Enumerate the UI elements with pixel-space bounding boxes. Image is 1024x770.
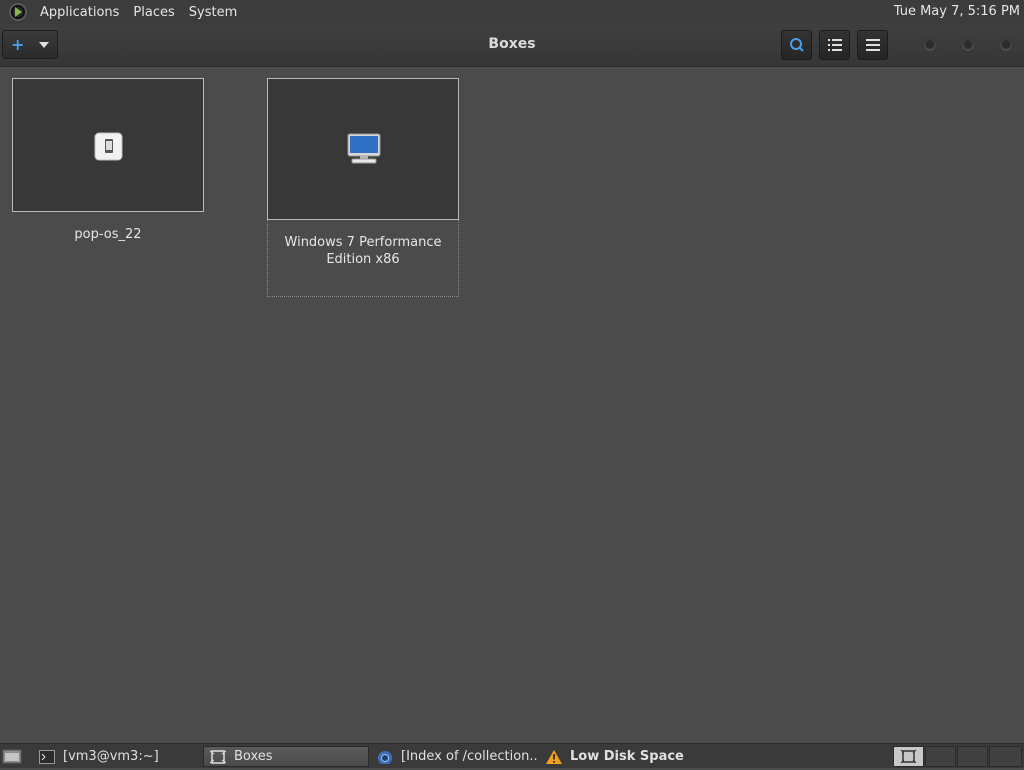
terminal-icon: [39, 750, 55, 764]
browser-icon: [377, 750, 393, 764]
task-label: [Index of /collection...: [401, 749, 538, 764]
box-item-selected[interactable]: Windows 7 Performance Edition x86: [267, 78, 459, 297]
minimize-button[interactable]: [923, 38, 937, 52]
task-label: [vm3@vm3:~]: [63, 749, 159, 764]
workspace-1[interactable]: [893, 746, 924, 767]
search-button[interactable]: [781, 30, 812, 60]
task-label: Boxes: [234, 749, 273, 764]
close-button[interactable]: [999, 38, 1013, 52]
menu-system[interactable]: System: [182, 5, 244, 20]
menu-places[interactable]: Places: [126, 5, 181, 20]
box-thumbnail[interactable]: [12, 78, 204, 212]
hamburger-menu-icon: [866, 39, 880, 51]
app-menu-button[interactable]: [857, 30, 888, 60]
boxes-icon: [210, 750, 226, 764]
boxes-icon: [894, 747, 923, 766]
mobile-device-icon: [94, 132, 124, 162]
warning-icon: [546, 750, 562, 764]
box-name: Windows 7 Performance Edition x86: [275, 234, 451, 268]
taskbar: [vm3@vm3:~] Boxes [Index of /collection.…: [0, 743, 1024, 768]
workspace-2[interactable]: [925, 746, 956, 767]
box-name: pop-os_22: [12, 226, 204, 243]
task-label: Low Disk Space: [570, 749, 684, 764]
task-boxes[interactable]: Boxes: [203, 746, 369, 767]
task-low-disk-warning[interactable]: Low Disk Space: [540, 746, 708, 767]
workspace-3[interactable]: [957, 746, 988, 767]
clock[interactable]: Tue May 7, 5:16 PM: [894, 4, 1020, 19]
show-desktop-icon[interactable]: [2, 747, 22, 765]
workspace-4[interactable]: [989, 746, 1022, 767]
task-terminal[interactable]: [vm3@vm3:~]: [33, 746, 201, 767]
box-thumbnail[interactable]: [267, 78, 459, 220]
selection-mode-button[interactable]: [819, 30, 850, 60]
menu-applications[interactable]: Applications: [33, 5, 126, 20]
search-icon: [789, 37, 805, 53]
list-icon: [828, 39, 842, 51]
box-item[interactable]: pop-os_22: [12, 78, 204, 248]
task-browser[interactable]: [Index of /collection...: [371, 746, 538, 767]
distro-logo-icon[interactable]: [9, 3, 27, 21]
header-bar: + Boxes: [0, 24, 1024, 67]
top-panel: Applications Places System Tue May 7, 5:…: [0, 0, 1024, 24]
computer-monitor-icon: [347, 133, 381, 165]
maximize-button[interactable]: [961, 38, 975, 52]
